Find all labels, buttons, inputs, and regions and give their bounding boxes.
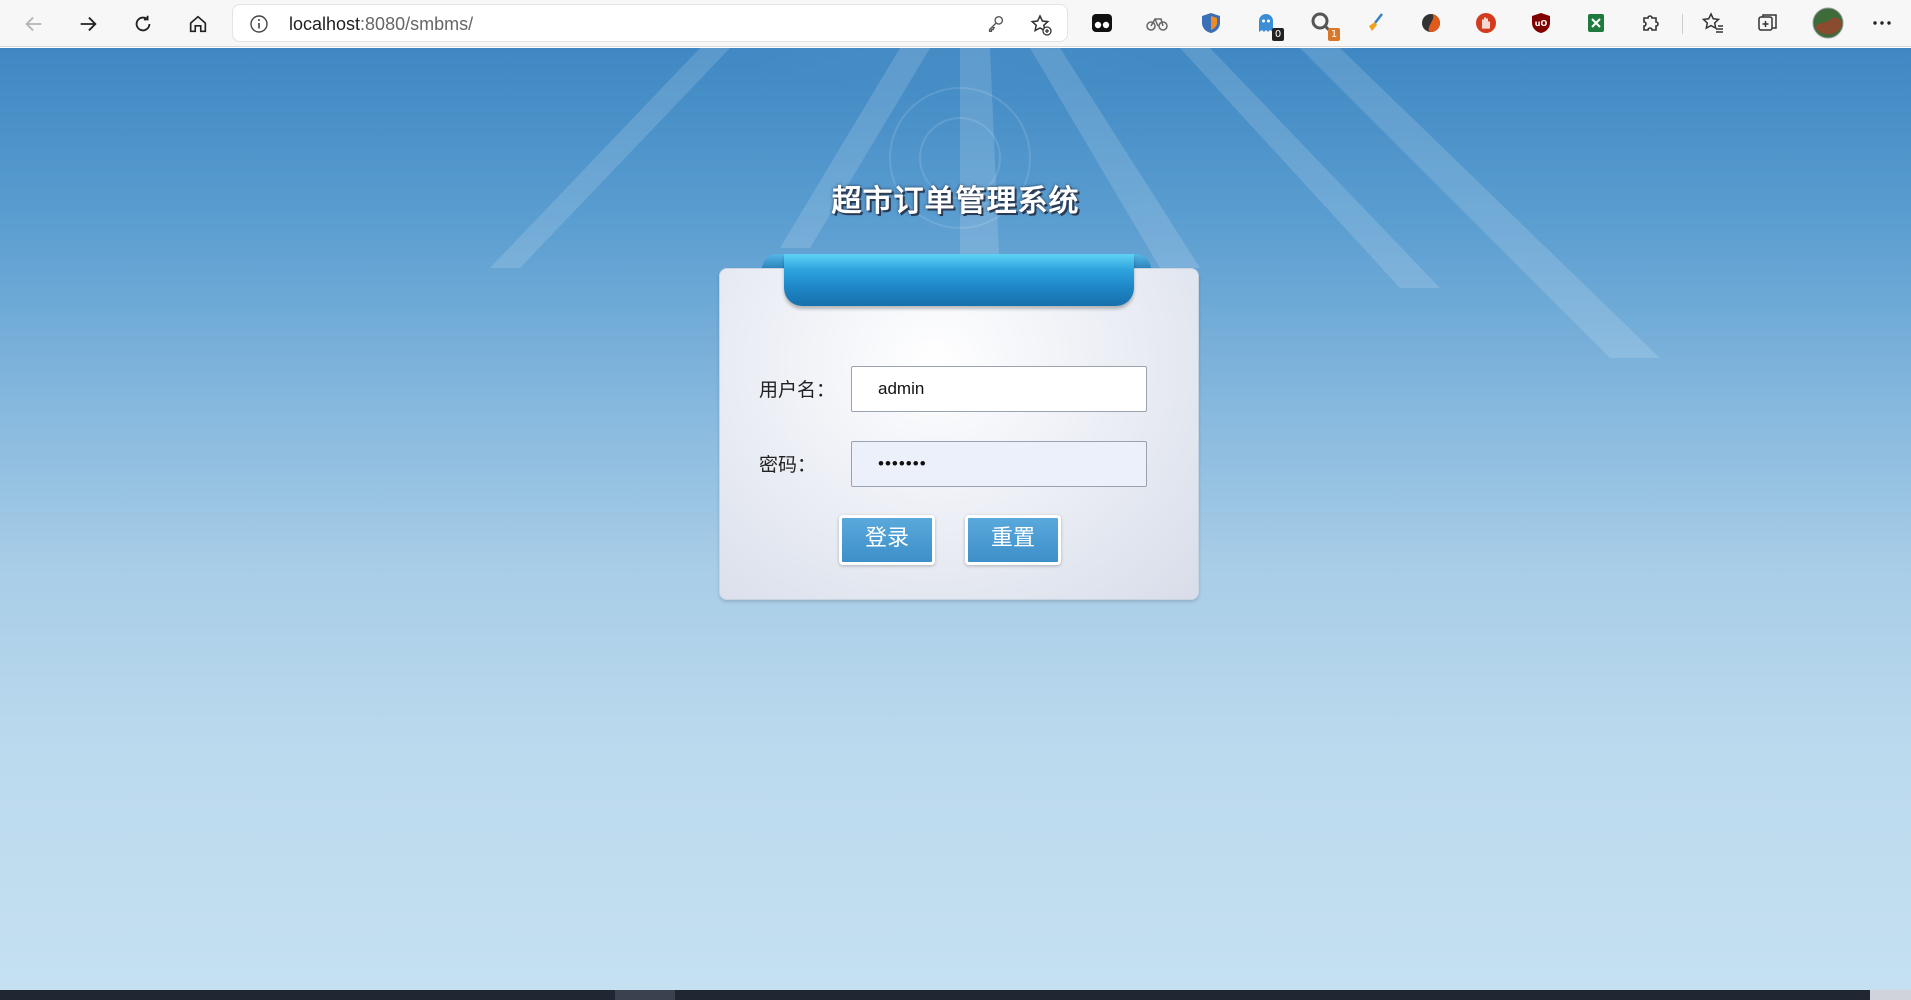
extension-ghost[interactable]: 0: [1254, 11, 1284, 41]
magnifier-badge: 1: [1328, 28, 1340, 41]
refresh-icon: [135, 15, 151, 32]
back-button[interactable]: [18, 8, 50, 40]
more-icon: [1873, 21, 1891, 25]
svg-text:uO: uO: [1535, 19, 1548, 28]
username-label: 用户名：: [759, 379, 836, 401]
bicycle-icon: [1146, 18, 1168, 31]
arrow-left-icon: [25, 16, 42, 32]
login-ribbon-header: [784, 254, 1134, 306]
os-taskbar: [0, 990, 1911, 1000]
extension-ublock[interactable]: uO: [1529, 11, 1553, 35]
username-input[interactable]: [851, 366, 1147, 412]
system-title: 超市订单管理系统: [831, 184, 1080, 219]
password-label: 密码：: [759, 454, 817, 476]
profile-avatar[interactable]: [1812, 7, 1844, 39]
arrow-right-icon: [80, 16, 97, 32]
browser-toolbar: localhost:8080/smbms/ 0 1 uO: [0, 0, 1911, 47]
reset-button[interactable]: 重置: [965, 515, 1061, 565]
more-menu-button[interactable]: [1870, 11, 1894, 35]
ghost-badge: 0: [1272, 28, 1284, 41]
info-icon[interactable]: [249, 14, 269, 34]
tampermonkey-icon: [1092, 14, 1112, 32]
extensions-menu[interactable]: [1639, 11, 1663, 35]
collections-button[interactable]: [1756, 11, 1780, 35]
broom-icon: [1369, 13, 1383, 31]
collections-icon: [1758, 14, 1777, 31]
extension-hand[interactable]: [1474, 11, 1498, 35]
ublock-origin-icon: uO: [1532, 13, 1550, 33]
password-input[interactable]: [851, 441, 1147, 487]
extension-magnifier[interactable]: 1: [1310, 11, 1340, 41]
login-button[interactable]: 登录: [839, 515, 935, 565]
home-icon: [189, 15, 207, 33]
key-icon[interactable]: [985, 13, 1007, 35]
extension-tampermonkey[interactable]: [1090, 11, 1114, 35]
extension-bicycle[interactable]: [1145, 11, 1169, 35]
taskbar-notification-area[interactable]: [1870, 990, 1911, 1000]
forward-button[interactable]: [72, 8, 104, 40]
url-path: :8080/smbms/: [360, 14, 474, 34]
shield-fox-icon: [1202, 13, 1220, 33]
swirl-icon: [1422, 14, 1440, 32]
refresh-button[interactable]: [127, 8, 159, 40]
taskbar-active-app[interactable]: [615, 990, 675, 1000]
toolbar-separator: [1682, 14, 1683, 34]
favorites-button[interactable]: [1701, 11, 1725, 35]
home-button[interactable]: [182, 8, 214, 40]
address-bar[interactable]: localhost:8080/smbms/: [232, 4, 1068, 42]
add-favorite-icon[interactable]: [1029, 13, 1053, 37]
login-page: 超市订单管理系统 用户名： 密码： 登录 重置: [0, 48, 1911, 990]
puzzle-icon: [1643, 15, 1659, 31]
extension-swirl[interactable]: [1419, 11, 1443, 35]
url-host: localhost: [289, 14, 361, 34]
extension-spreadsheet[interactable]: [1584, 11, 1608, 35]
url-text[interactable]: localhost:8080/smbms/: [289, 14, 473, 35]
favorites-icon: [1701, 12, 1723, 33]
extension-shield[interactable]: [1199, 11, 1223, 35]
spreadsheet-icon: [1588, 14, 1604, 32]
avatar-icon: [1812, 7, 1844, 39]
extension-broom[interactable]: [1364, 11, 1388, 35]
hand-stop-icon: [1476, 13, 1496, 33]
login-panel: [719, 268, 1199, 600]
